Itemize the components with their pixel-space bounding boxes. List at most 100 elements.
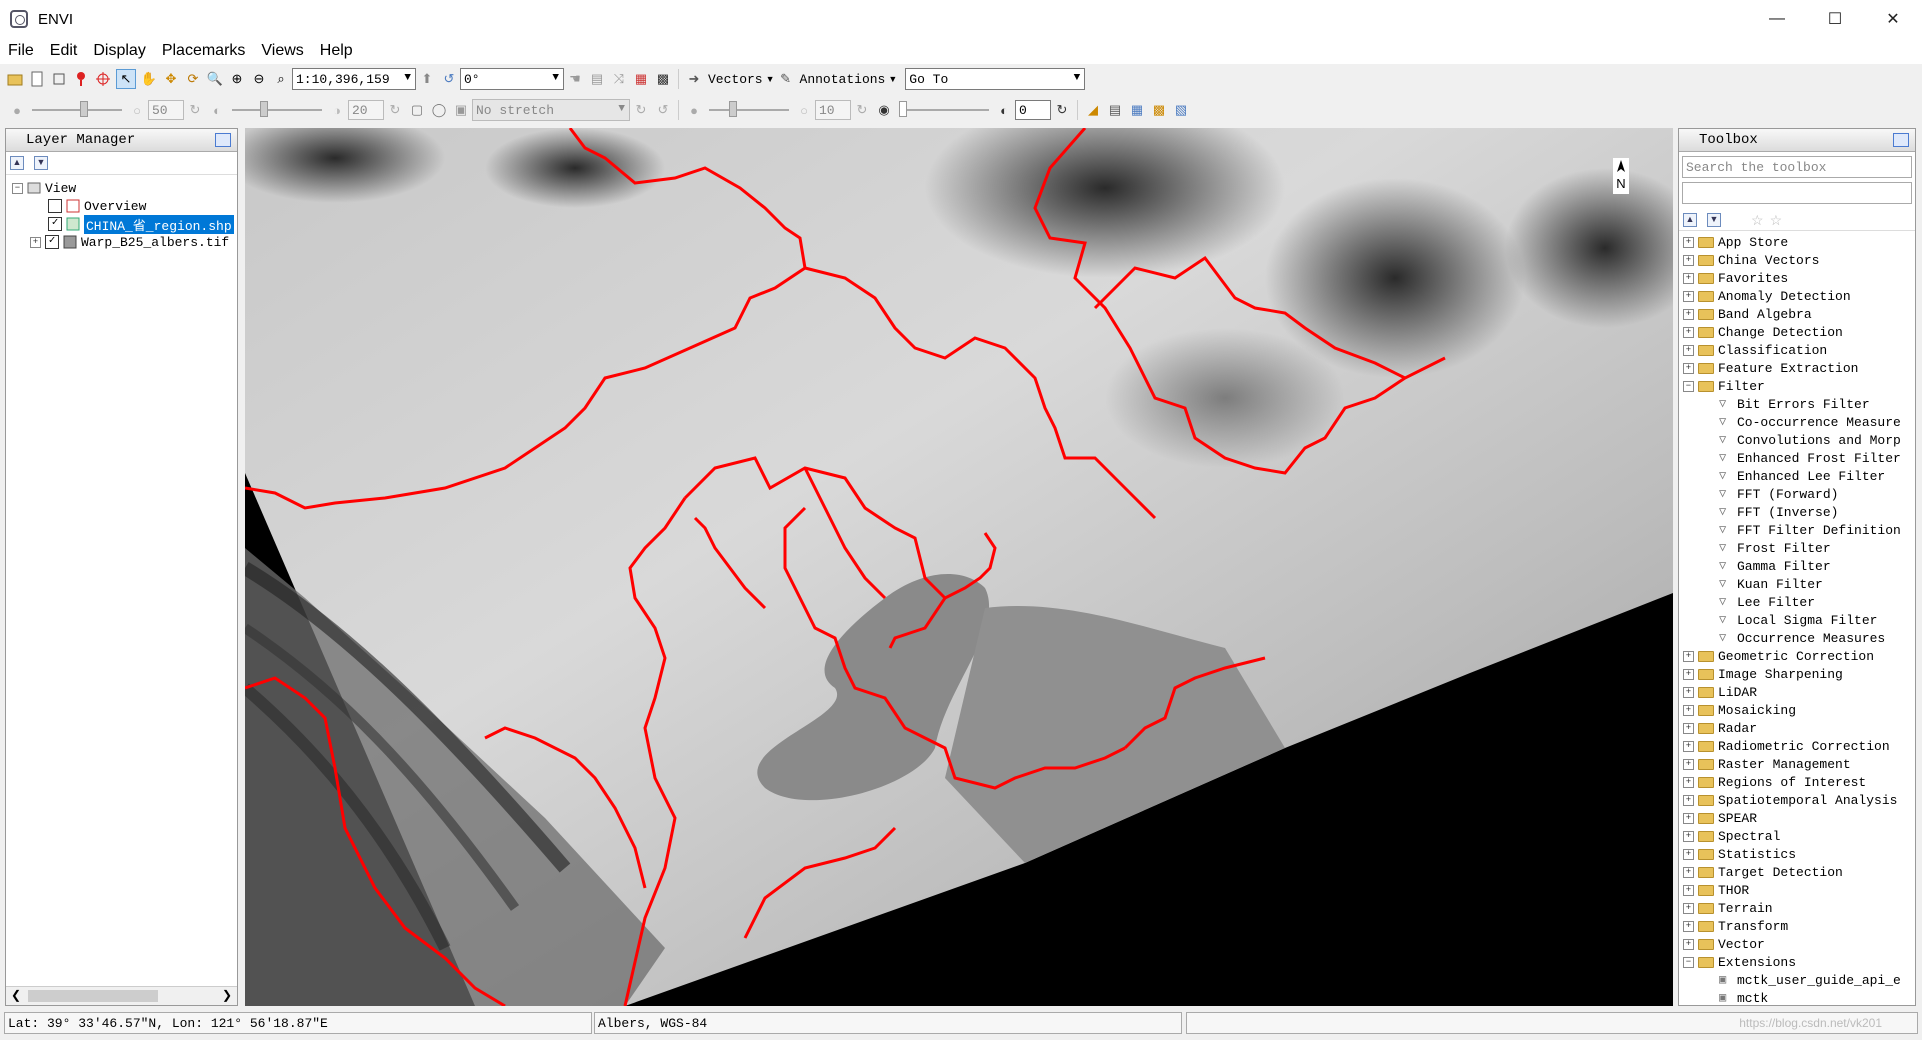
swipe-icon[interactable]: ⤨: [610, 70, 628, 88]
expand-icon[interactable]: +: [1683, 236, 1694, 248]
toolbox-folder-spectral[interactable]: + Spectral: [1683, 827, 1780, 845]
toolbox-folder-terrain[interactable]: + Terrain: [1683, 899, 1773, 917]
export-icon[interactable]: ▩: [1150, 101, 1168, 119]
zoom-in-icon[interactable]: ⊕: [228, 70, 246, 88]
toolbox-folder-band-algebra[interactable]: + Band Algebra: [1683, 305, 1812, 323]
toolbox-tool-enhanced-frost-filter[interactable]: ▽ Enhanced Frost Filter: [1719, 449, 1901, 467]
flicker-icon[interactable]: ▦: [632, 70, 650, 88]
stretch-combo[interactable]: No stretch ▼: [472, 99, 630, 121]
annotations-menu[interactable]: Annotations: [800, 72, 886, 87]
transparency-value[interactable]: 0: [1015, 100, 1051, 120]
map-viewport[interactable]: N: [245, 128, 1673, 1006]
toolbox-folder-classification[interactable]: + Classification: [1683, 341, 1827, 359]
scroll-thumb[interactable]: [28, 990, 158, 1002]
toolbox-tool-bit-errors-filter[interactable]: ▽ Bit Errors Filter: [1719, 395, 1870, 413]
brightness-value[interactable]: 50: [148, 100, 184, 120]
layer-overview[interactable]: Overview: [48, 197, 146, 215]
satellite-image[interactable]: N: [245, 128, 1673, 1006]
zoom-full-icon[interactable]: ⌕: [272, 70, 290, 88]
menu-display[interactable]: Display: [85, 42, 153, 60]
expand-icon[interactable]: +: [1683, 290, 1694, 302]
roi-rect-icon[interactable]: ▢: [408, 101, 426, 119]
expand-icon[interactable]: +: [1683, 812, 1694, 824]
expand-icon[interactable]: +: [1683, 272, 1694, 284]
open-icon[interactable]: [6, 70, 24, 88]
warp-b25-checkbox[interactable]: ✓: [45, 235, 59, 249]
scroll-right-icon[interactable]: ❯: [222, 988, 232, 1002]
china-region-checkbox[interactable]: ✓: [48, 217, 62, 231]
data-manager-icon[interactable]: [28, 70, 46, 88]
toolbox-tool-co-occurrence-measure[interactable]: ▽ Co-occurrence Measure: [1719, 413, 1901, 431]
expand-icon[interactable]: +: [1683, 938, 1694, 950]
expand-icon[interactable]: +: [1683, 830, 1694, 842]
layout-icon[interactable]: ▦: [1128, 101, 1146, 119]
menu-edit[interactable]: Edit: [42, 42, 86, 60]
toolbox-tool-kuan-filter[interactable]: ▽ Kuan Filter: [1719, 575, 1823, 593]
fly-icon[interactable]: ✥: [162, 70, 180, 88]
collapse-all-icon[interactable]: ▲: [10, 156, 24, 170]
measure-icon[interactable]: ◢: [1084, 101, 1102, 119]
toolbox-search-results[interactable]: [1682, 182, 1912, 204]
transparency-slider[interactable]: [899, 101, 989, 117]
vectors-icon[interactable]: ➜: [685, 70, 703, 88]
zoom-out-icon[interactable]: ⊖: [250, 70, 268, 88]
scroll-left-icon[interactable]: ❮: [11, 988, 21, 1002]
maximize-button[interactable]: ☐: [1806, 0, 1864, 38]
toolbox-folder-extensions[interactable]: − Extensions: [1683, 953, 1796, 971]
minimize-button[interactable]: —: [1748, 0, 1806, 38]
toolbox-tool-frost-filter[interactable]: ▽ Frost Filter: [1719, 539, 1831, 557]
toolbox-folder-thor[interactable]: + THOR: [1683, 881, 1749, 899]
expand-icon[interactable]: +: [1683, 722, 1694, 734]
toolbox-folder-feature-extraction[interactable]: + Feature Extraction: [1683, 359, 1858, 377]
toolbox-folder-filter[interactable]: − Filter: [1683, 377, 1765, 395]
annotations-icon[interactable]: ✎: [777, 70, 795, 88]
toolbox-folder-vector[interactable]: + Vector: [1683, 935, 1765, 953]
toolbox-folder-spear[interactable]: + SPEAR: [1683, 809, 1757, 827]
menu-placemarks[interactable]: Placemarks: [154, 42, 254, 60]
toolbox-folder-radar[interactable]: + Radar: [1683, 719, 1757, 737]
overview-checkbox[interactable]: [48, 199, 62, 213]
expand-icon[interactable]: +: [1683, 704, 1694, 716]
rotate-icon[interactable]: ⟳: [184, 70, 202, 88]
chip-view-icon[interactable]: [50, 70, 68, 88]
reset-icon[interactable]: ↻: [1053, 101, 1071, 119]
expand-icon[interactable]: +: [1683, 254, 1694, 266]
contrast-value[interactable]: 20: [348, 100, 384, 120]
favorite-star-icon[interactable]: ☆: [1770, 212, 1783, 229]
portal-icon[interactable]: ▤: [588, 70, 606, 88]
goto-combo[interactable]: Go To ▼: [905, 68, 1086, 90]
menu-views[interactable]: Views: [253, 42, 311, 60]
toolbox-tool-mctk[interactable]: ▣ mctk: [1719, 989, 1768, 1006]
toolbox-folder-favorites[interactable]: + Favorites: [1683, 269, 1788, 287]
collapse-icon[interactable]: −: [12, 182, 23, 194]
toolbox-tool-lee-filter[interactable]: ▽ Lee Filter: [1719, 593, 1815, 611]
expand-icon[interactable]: +: [1683, 650, 1694, 662]
expand-icon[interactable]: +: [1683, 866, 1694, 878]
reset-icon[interactable]: ↻: [386, 101, 404, 119]
toolbox-folder-china-vectors[interactable]: + China Vectors: [1683, 251, 1819, 269]
tree-view-root[interactable]: − View: [12, 179, 76, 197]
toolbox-folder-spatiotemporal-analysis[interactable]: + Spatiotemporal Analysis: [1683, 791, 1897, 809]
expand-icon[interactable]: +: [30, 236, 41, 248]
print-icon[interactable]: ▧: [1172, 101, 1190, 119]
roi-select-icon[interactable]: ◯: [430, 101, 448, 119]
collapse-all-icon[interactable]: ▲: [1683, 213, 1697, 227]
rotate-left-icon[interactable]: ↺: [440, 70, 458, 88]
select-arrow-icon[interactable]: ↖: [116, 69, 136, 89]
toolbox-tool-mctk-user-guide-api-e[interactable]: ▣ mctk_user_guide_api_e: [1719, 971, 1901, 989]
pin-icon[interactable]: [1893, 133, 1909, 147]
vectors-menu[interactable]: Vectors: [708, 72, 763, 87]
toolbox-tool-fft-forward-[interactable]: ▽ FFT (Forward): [1719, 485, 1838, 503]
reset-icon[interactable]: ↻: [853, 101, 871, 119]
pan-hand-icon[interactable]: ✋: [140, 70, 158, 88]
pin-icon[interactable]: [215, 133, 231, 147]
crosshair-icon[interactable]: [94, 70, 112, 88]
toolbox-tool-occurrence-measures[interactable]: ▽ Occurrence Measures: [1719, 629, 1885, 647]
expand-all-icon[interactable]: ▼: [34, 156, 48, 170]
toolbox-folder-raster-management[interactable]: + Raster Management: [1683, 755, 1851, 773]
expand-icon[interactable]: +: [1683, 902, 1694, 914]
toolbox-tool-enhanced-lee-filter[interactable]: ▽ Enhanced Lee Filter: [1719, 467, 1885, 485]
toolbox-tool-gamma-filter[interactable]: ▽ Gamma Filter: [1719, 557, 1831, 575]
scale-combo[interactable]: 1:10,396,159 ▼: [292, 68, 416, 90]
contrast-slider[interactable]: [232, 101, 322, 117]
